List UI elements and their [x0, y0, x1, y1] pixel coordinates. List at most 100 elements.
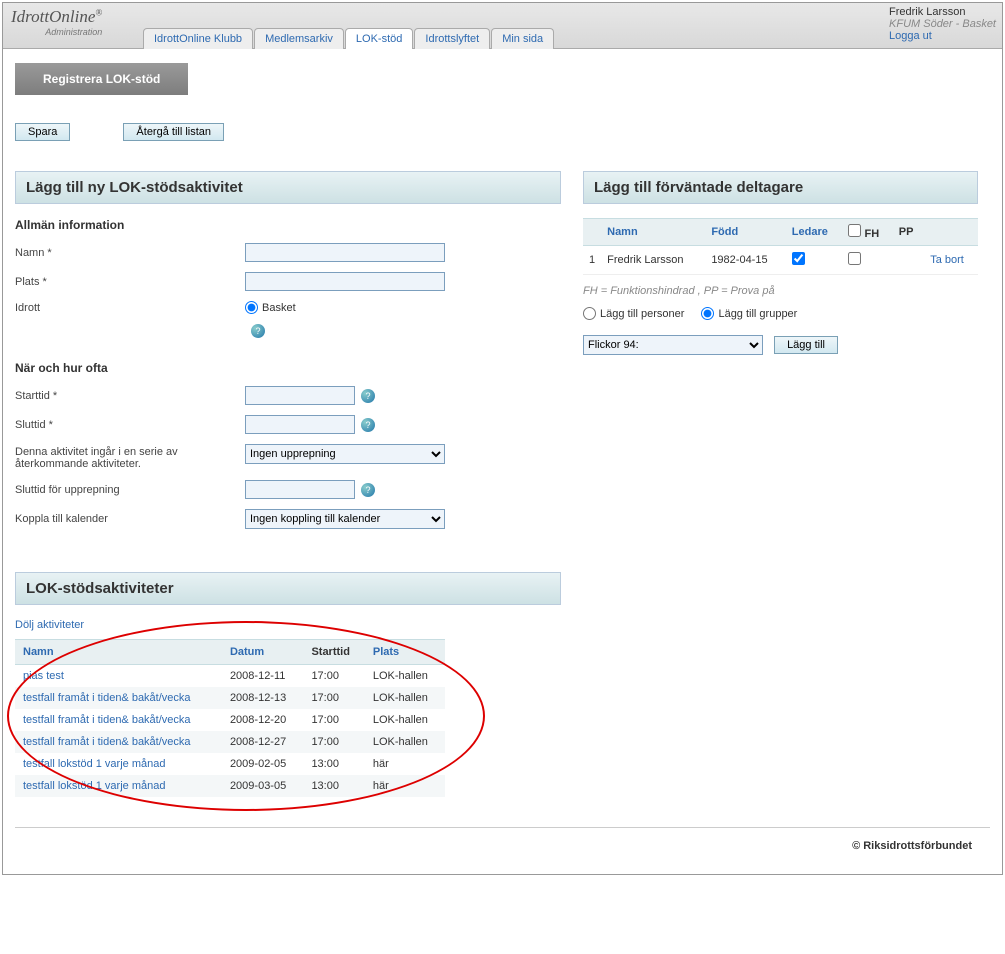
- activity-starttid: 13:00: [303, 775, 364, 797]
- activity-datum: 2008-12-11: [222, 665, 304, 688]
- top-bar: IdrottOnline® Administration IdrottOnlin…: [3, 3, 1002, 49]
- back-to-list-button[interactable]: Återgå till listan: [123, 123, 224, 141]
- tab-idrottslyftet[interactable]: Idrottslyftet: [414, 28, 490, 49]
- activity-datum: 2008-12-13: [222, 687, 304, 709]
- activity-plats: LOK-hallen: [365, 687, 445, 709]
- tab-idrottonline-klubb[interactable]: IdrottOnline Klubb: [143, 28, 253, 49]
- col-participant-namn[interactable]: Namn: [601, 219, 705, 246]
- logo: IdrottOnline® Administration: [11, 7, 102, 37]
- remove-participant-link[interactable]: Ta bort: [930, 254, 964, 266]
- checkbox-fh-all[interactable]: [848, 224, 861, 237]
- col-starttid: Starttid: [303, 640, 364, 665]
- label-idrott: Idrott: [15, 302, 245, 314]
- radio-add-groups-input[interactable]: [701, 307, 714, 320]
- activity-row: testfall framåt i tiden& bakåt/vecka 2008…: [15, 687, 445, 709]
- input-slut-upprepning[interactable]: [245, 480, 355, 499]
- activity-row: testfall lokstöd 1 varje månad 2009-02-05…: [15, 753, 445, 775]
- participants-table: Namn Född Ledare FH PP 1Fredrik Larsson1…: [583, 218, 978, 275]
- activity-plats: här: [365, 775, 445, 797]
- tab-medlemsarkiv[interactable]: Medlemsarkiv: [254, 28, 344, 49]
- legend-text: FH = Funktionshindrad , PP = Prova på: [583, 285, 978, 297]
- activity-datum: 2008-12-20: [222, 709, 304, 731]
- select-group[interactable]: Flickor 94:: [583, 335, 763, 355]
- activity-link[interactable]: testfall framåt i tiden& bakåt/vecka: [23, 692, 191, 704]
- add-group-button[interactable]: Lägg till: [774, 336, 838, 354]
- help-icon[interactable]: ?: [361, 418, 375, 432]
- activity-starttid: 17:00: [303, 709, 364, 731]
- save-button[interactable]: Spara: [15, 123, 70, 141]
- col-plats[interactable]: Plats: [365, 640, 445, 665]
- radio-add-persons-label: Lägg till personer: [600, 308, 684, 320]
- activity-plats: LOK-hallen: [365, 665, 445, 688]
- participant-idx: 1: [583, 246, 601, 275]
- label-starttid: Starttid *: [15, 390, 245, 402]
- logo-text: IdrottOnline: [11, 7, 95, 26]
- select-repetition[interactable]: Ingen upprepning: [245, 444, 445, 464]
- radio-idrott-basket-input[interactable]: [245, 301, 258, 314]
- label-sluttid: Sluttid *: [15, 419, 245, 431]
- activities-table: Namn Datum Starttid Plats pias test 2008-…: [15, 639, 445, 797]
- checkbox-ledare[interactable]: [792, 252, 805, 265]
- radio-add-persons-input[interactable]: [583, 307, 596, 320]
- user-org: KFUM Söder - Basket: [889, 18, 996, 30]
- logout-link[interactable]: Logga ut: [889, 30, 932, 42]
- tab-min-sida[interactable]: Min sida: [491, 28, 554, 49]
- activity-starttid: 17:00: [303, 687, 364, 709]
- user-box: Fredrik Larsson KFUM Söder - Basket Logg…: [889, 6, 996, 42]
- activity-row: testfall framåt i tiden& bakåt/vecka 2008…: [15, 709, 445, 731]
- activity-starttid: 13:00: [303, 753, 364, 775]
- checkbox-fh[interactable]: [848, 252, 861, 265]
- col-participant-fodd[interactable]: Född: [705, 219, 785, 246]
- activity-starttid: 17:00: [303, 665, 364, 688]
- help-icon[interactable]: ?: [361, 483, 375, 497]
- activity-datum: 2009-02-05: [222, 753, 304, 775]
- activity-plats: LOK-hallen: [365, 709, 445, 731]
- activity-row: pias test 2008-12-1117:00LOK-hallen: [15, 665, 445, 688]
- main-tabs: IdrottOnline KlubbMedlemsarkivLOK-stödId…: [143, 27, 555, 48]
- activity-link[interactable]: testfall framåt i tiden& bakåt/vecka: [23, 714, 191, 726]
- activity-link[interactable]: pias test: [23, 670, 64, 682]
- activity-starttid: 17:00: [303, 731, 364, 753]
- registered-icon: ®: [95, 7, 102, 17]
- activity-link[interactable]: testfall lokstöd 1 varje månad: [23, 758, 165, 770]
- input-namn[interactable]: [245, 243, 445, 262]
- col-namn[interactable]: Namn: [15, 640, 222, 665]
- logo-subtitle: Administration: [11, 27, 102, 37]
- radio-add-groups-label: Lägg till grupper: [718, 308, 797, 320]
- label-namn: Namn *: [15, 247, 245, 259]
- input-sluttid[interactable]: [245, 415, 355, 434]
- col-participant-ledare[interactable]: Ledare: [786, 219, 843, 246]
- label-kalender: Koppla till kalender: [15, 513, 245, 525]
- tab-lok-stöd[interactable]: LOK-stöd: [345, 28, 413, 49]
- col-datum[interactable]: Datum: [222, 640, 304, 665]
- radio-add-persons[interactable]: Lägg till personer: [583, 307, 684, 320]
- participant-fodd: 1982-04-15: [705, 246, 785, 275]
- radio-add-groups[interactable]: Lägg till grupper: [701, 307, 797, 320]
- input-plats[interactable]: [245, 272, 445, 291]
- activity-row: testfall lokstöd 1 varje månad 2009-03-05…: [15, 775, 445, 797]
- activity-datum: 2009-03-05: [222, 775, 304, 797]
- radio-idrott-basket[interactable]: Basket: [245, 301, 296, 314]
- panel-add-activity-heading: Lägg till ny LOK-stödsaktivitet: [15, 171, 561, 204]
- activity-row: testfall framåt i tiden& bakåt/vecka 2008…: [15, 731, 445, 753]
- help-icon[interactable]: ?: [361, 389, 375, 403]
- label-plats: Plats *: [15, 276, 245, 288]
- activity-plats: LOK-hallen: [365, 731, 445, 753]
- radio-idrott-basket-label: Basket: [262, 302, 296, 314]
- input-starttid[interactable]: [245, 386, 355, 405]
- section-general-heading: Allmän information: [15, 218, 561, 232]
- activity-link[interactable]: testfall framåt i tiden& bakåt/vecka: [23, 736, 191, 748]
- participant-row: 1Fredrik Larsson1982-04-15Ta bort: [583, 246, 978, 275]
- panel-activities-heading: LOK-stödsaktiviteter: [15, 572, 561, 605]
- help-icon[interactable]: ?: [251, 324, 265, 338]
- section-when-heading: När och hur ofta: [15, 361, 561, 375]
- activity-datum: 2008-12-27: [222, 731, 304, 753]
- activity-link[interactable]: testfall lokstöd 1 varje månad: [23, 780, 165, 792]
- col-participant-pp: PP: [893, 219, 924, 246]
- toggle-activities-link[interactable]: Dölj aktiviteter: [15, 619, 561, 631]
- footer-copyright: © Riksidrottsförbundet: [15, 827, 990, 864]
- select-kalender[interactable]: Ingen koppling till kalender: [245, 509, 445, 529]
- page-title: Registrera LOK-stöd: [15, 63, 188, 95]
- activity-plats: här: [365, 753, 445, 775]
- panel-participants-heading: Lägg till förväntade deltagare: [583, 171, 978, 204]
